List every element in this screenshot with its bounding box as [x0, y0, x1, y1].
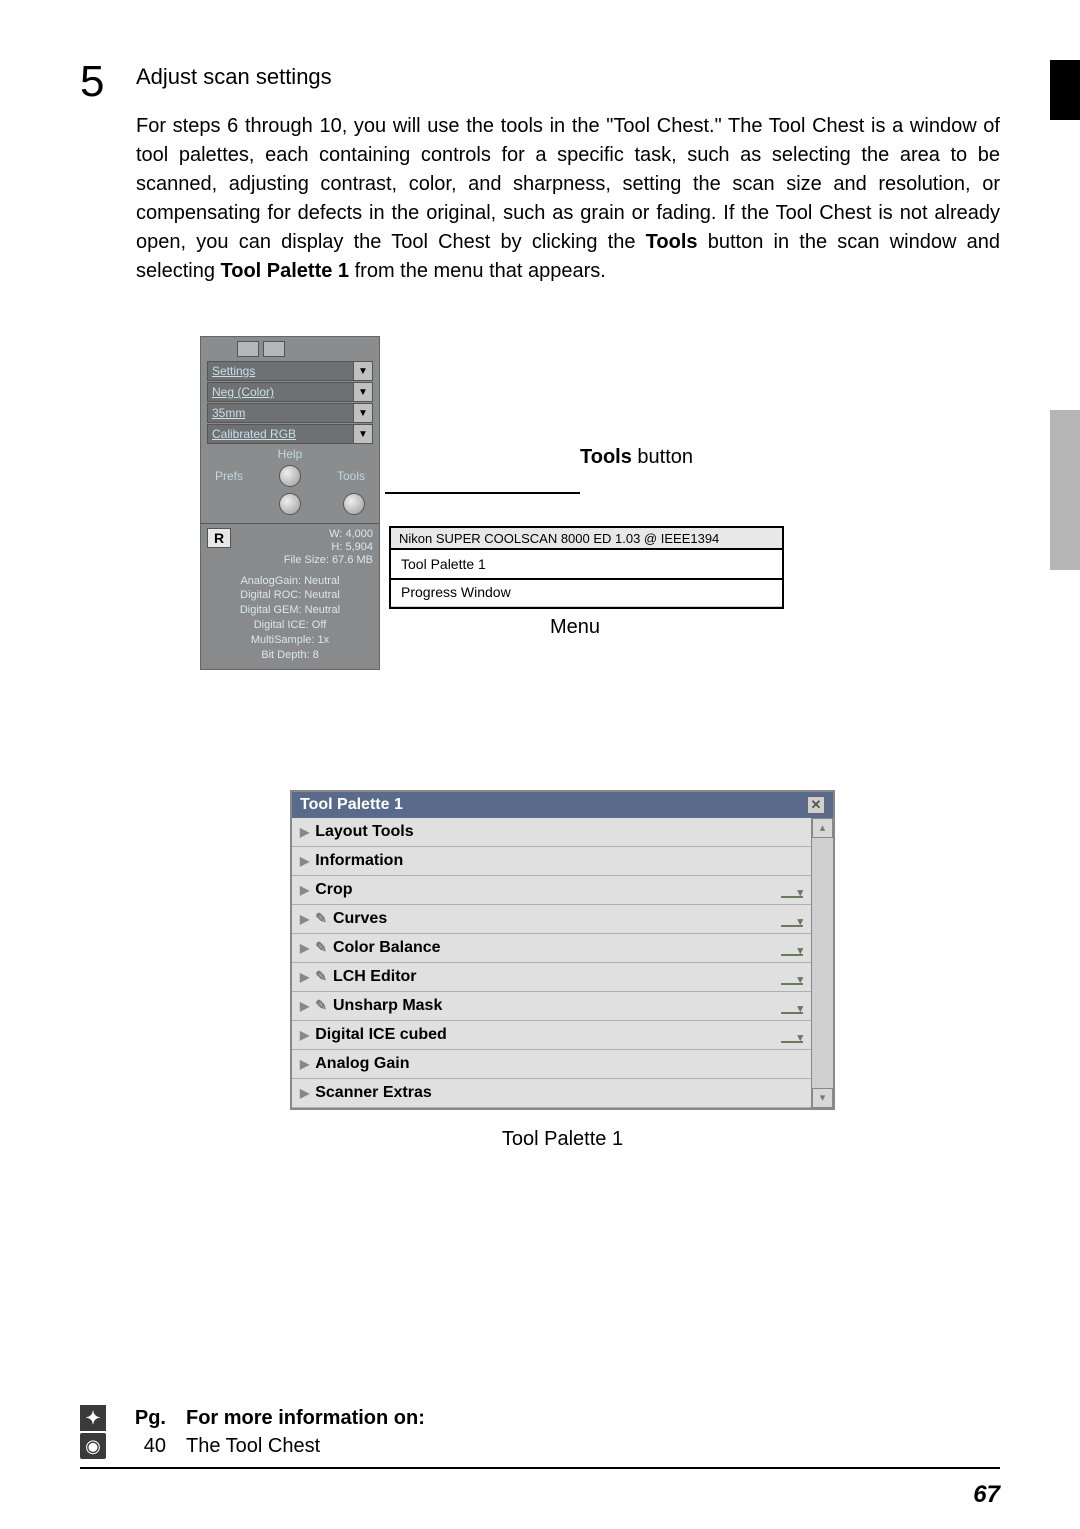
disclosure-triangle-icon[interactable]: ▶	[300, 999, 309, 1013]
pg-number: 40	[126, 1435, 166, 1458]
palette-row[interactable]: ▶ ✎ Color Balance	[292, 934, 811, 963]
edit-icon: ✎	[315, 939, 327, 956]
palette-row[interactable]: ▶ ✎ Unsharp Mask	[292, 992, 811, 1021]
dropdown-arrow-icon[interactable]: ▼	[353, 424, 373, 444]
row-dropdown-icon[interactable]	[781, 882, 803, 898]
tools-label: Tools	[337, 469, 365, 483]
disclosure-triangle-icon[interactable]: ▶	[300, 912, 309, 926]
orientation-icon[interactable]: R	[207, 528, 231, 548]
edit-icon: ✎	[315, 997, 327, 1014]
step-title: Adjust scan settings	[136, 60, 332, 104]
prefs-button[interactable]	[279, 465, 301, 487]
palette-row[interactable]: ▶ ✎ LCH Editor	[292, 963, 811, 992]
disclosure-triangle-icon[interactable]: ▶	[300, 1057, 309, 1071]
scan-window-figure: Settings ▼ Neg (Color) ▼ 35mm ▼ Calibrat…	[200, 336, 760, 670]
palette-row-label: Crop	[315, 881, 352, 899]
tools-button-callout: Tools button	[580, 446, 693, 469]
palette-row-label: Information	[315, 852, 403, 870]
step-number: 5	[80, 60, 120, 104]
menu-header: Nikon SUPER COOLSCAN 8000 ED 1.03 @ IEEE…	[391, 528, 782, 550]
callout-line	[385, 492, 580, 494]
scroll-up-icon[interactable]: ▴	[812, 818, 833, 838]
row-dropdown-icon[interactable]	[781, 998, 803, 1014]
disclosure-triangle-icon[interactable]: ▶	[300, 883, 309, 897]
scroll-down-icon[interactable]: ▾	[812, 1088, 833, 1108]
row-dropdown-icon[interactable]	[781, 1027, 803, 1043]
topic-label: The Tool Chest	[186, 1435, 320, 1458]
step-body: For steps 6 through 10, you will use the…	[136, 112, 1000, 286]
help-button[interactable]	[279, 493, 301, 515]
dropdown-arrow-icon[interactable]: ▼	[353, 361, 373, 381]
height-value: H: 5,904	[237, 541, 373, 554]
info-header: For more information on:	[186, 1407, 425, 1430]
settings-dropdown[interactable]: Settings	[207, 361, 353, 381]
edit-icon: ✎	[315, 968, 327, 985]
edit-icon: ✎	[315, 910, 327, 927]
menu-item-tool-palette-1[interactable]: Tool Palette 1	[389, 548, 784, 580]
disclosure-triangle-icon[interactable]: ▶	[300, 854, 309, 868]
scan-panel: Settings ▼ Neg (Color) ▼ 35mm ▼ Calibrat…	[200, 336, 380, 670]
tool-palette-window: Tool Palette 1 ✕ ▶ Layout Tools ▶ Informati…	[290, 790, 835, 1110]
scrollbar[interactable]: ▴ ▾	[811, 818, 833, 1108]
menu-callout: Menu	[550, 616, 600, 639]
tools-button[interactable]	[343, 493, 365, 515]
palette-row-label: Curves	[333, 910, 387, 928]
palette-row-label: Layout Tools	[315, 823, 413, 841]
dropdown-arrow-icon[interactable]: ▼	[353, 403, 373, 423]
menu-item-progress-window[interactable]: Progress Window	[391, 578, 782, 607]
toolbar-icon[interactable]	[263, 341, 285, 357]
status-block: AnalogGain: Neutral Digital ROC: Neutral…	[201, 572, 379, 669]
disclosure-triangle-icon[interactable]: ▶	[300, 825, 309, 839]
palette-row-label: Unsharp Mask	[333, 997, 442, 1015]
palette-row-label: Analog Gain	[315, 1055, 409, 1073]
film-type-dropdown[interactable]: Neg (Color)	[207, 382, 353, 402]
disclosure-triangle-icon[interactable]: ▶	[300, 1086, 309, 1100]
prefs-label: Prefs	[215, 469, 243, 483]
palette-row[interactable]: ▶ Analog Gain	[292, 1050, 811, 1079]
tools-menu: Nikon SUPER COOLSCAN 8000 ED 1.03 @ IEEE…	[389, 526, 784, 609]
page-tab-marker-2	[1050, 410, 1080, 570]
palette-title: Tool Palette 1	[300, 796, 403, 814]
palette-row[interactable]: ▶ Scanner Extras	[292, 1079, 811, 1108]
row-dropdown-icon[interactable]	[781, 911, 803, 927]
book-icon: ✦	[80, 1405, 106, 1431]
page-tab-marker	[1050, 60, 1080, 120]
palette-row-label: Digital ICE cubed	[315, 1026, 447, 1044]
close-icon[interactable]: ✕	[807, 796, 825, 814]
row-dropdown-icon[interactable]	[781, 969, 803, 985]
disc-icon: ◉	[80, 1433, 106, 1459]
pg-header: Pg.	[126, 1407, 166, 1430]
palette-row-label: Scanner Extras	[315, 1084, 432, 1102]
dropdown-arrow-icon[interactable]: ▼	[353, 382, 373, 402]
palette-row-label: LCH Editor	[333, 968, 417, 986]
help-label: Help	[278, 447, 303, 461]
footer-reference: ✦ Pg. For more information on: ◉ 40 The …	[80, 1405, 1000, 1469]
filesize-value: File Size: 67.6 MB	[237, 554, 373, 567]
palette-caption: Tool Palette 1	[290, 1128, 835, 1151]
toolbar-icon[interactable]	[237, 341, 259, 357]
palette-row[interactable]: ▶ ✎ Curves	[292, 905, 811, 934]
format-dropdown[interactable]: 35mm	[207, 403, 353, 423]
palette-row[interactable]: ▶ Layout Tools	[292, 818, 811, 847]
colorspace-dropdown[interactable]: Calibrated RGB	[207, 424, 353, 444]
width-value: W: 4,000	[237, 528, 373, 541]
palette-row-label: Color Balance	[333, 939, 441, 957]
palette-row[interactable]: ▶ Information	[292, 847, 811, 876]
page-number: 67	[973, 1481, 1000, 1509]
disclosure-triangle-icon[interactable]: ▶	[300, 970, 309, 984]
disclosure-triangle-icon[interactable]: ▶	[300, 941, 309, 955]
palette-row[interactable]: ▶ Crop	[292, 876, 811, 905]
palette-row[interactable]: ▶ Digital ICE cubed	[292, 1021, 811, 1050]
disclosure-triangle-icon[interactable]: ▶	[300, 1028, 309, 1042]
row-dropdown-icon[interactable]	[781, 940, 803, 956]
